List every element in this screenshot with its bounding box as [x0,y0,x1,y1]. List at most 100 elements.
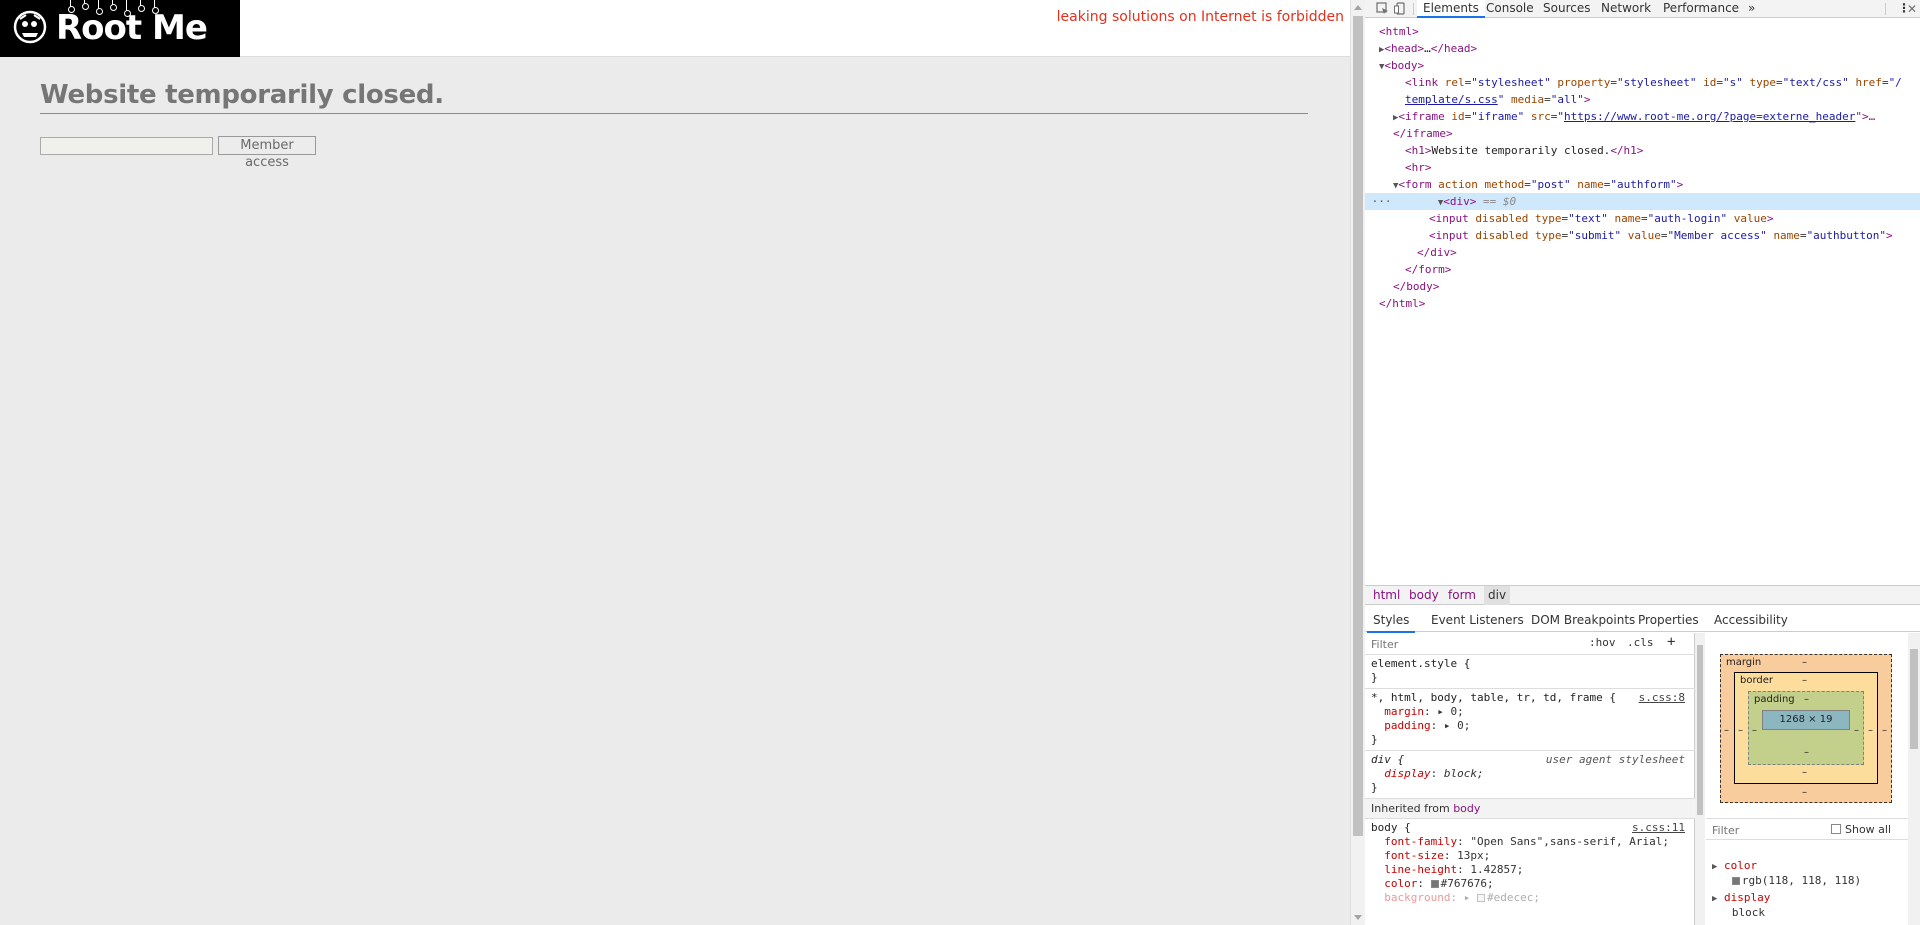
tree-node-link-cont[interactable]: template/s.css" media="all"> [1405,91,1590,108]
page-title: Website temporarily closed. [40,80,444,110]
css-file-link[interactable]: template/s.css [1405,93,1498,106]
tab-properties[interactable]: Properties [1632,610,1705,631]
styles-pane: :hov .cls + element.style { } *, html, b… [1365,633,1695,925]
color-swatch-icon[interactable] [1430,880,1439,888]
tree-node-body-close[interactable]: </body> [1393,278,1439,295]
tab-styles[interactable]: Styles [1367,610,1416,633]
padding-label: padding [1754,694,1795,705]
tab-accessibility[interactable]: Accessibility [1708,610,1794,631]
toolbar-divider [1885,3,1886,15]
styles-filter-input[interactable] [1371,637,1571,651]
web-page: Root Me leaking solutions on Internet is… [0,0,1350,925]
tab-dom-breakpoints[interactable]: DOM Breakpoints [1525,610,1641,631]
breadcrumb-body[interactable]: body [1405,586,1443,605]
tree-node-h1[interactable]: <h1>Website temporarily closed.</h1> [1405,142,1643,159]
tab-console[interactable]: Console [1480,0,1540,18]
device-toolbar-icon[interactable] [1393,2,1407,16]
padding-right-value: – [1854,725,1859,736]
tab-elements[interactable]: Elements [1417,0,1485,18]
margin-top-value: – [1802,657,1807,668]
tab-network[interactable]: Network [1595,0,1657,18]
computed-prop-color[interactable]: ▶ color rgb(118, 118, 118) [1712,859,1861,888]
scrollbar-thumb[interactable] [1910,649,1918,749]
scrollbar-thumb[interactable] [1353,16,1363,836]
sidebar-tabs: Styles Event Listeners DOM Breakpoints P… [1365,610,1920,633]
add-rule-button[interactable]: + [1667,634,1675,650]
warning-text: leaking solutions on Internet is forbidd… [1056,9,1344,25]
border-top-value: – [1802,675,1807,686]
padding-left-value: – [1752,725,1757,736]
tree-node-input-text[interactable]: <input disabled type="text" name="auth-l… [1429,210,1773,227]
hover-state-button[interactable]: :hov [1589,636,1616,649]
tree-node-iframe[interactable]: ▶<iframe id="iframe" src="https://www.ro… [1393,108,1875,125]
breadcrumb: html body form div [1365,585,1920,605]
styles-scrollbar[interactable] [1695,633,1705,925]
color-swatch-icon[interactable] [1731,877,1740,885]
elements-tree: <html> ▶<head>…</head> ▼<body> <link rel… [1365,19,1920,584]
site-header: Root Me leaking solutions on Internet is… [0,0,1350,57]
inherited-header: Inherited from body [1365,799,1695,819]
inspect-element-icon[interactable] [1375,2,1389,16]
box-model-pane: 1268 × 19 margin – border – padding – – … [1706,633,1920,925]
auth-login-input[interactable] [40,137,213,155]
toolbar-divider [1413,3,1414,15]
root-me-logo[interactable]: Root Me [0,0,240,57]
margin-label: margin [1726,657,1762,668]
devtools-panel: Elements Console Sources Network Perform… [1365,0,1920,925]
scroll-down-arrow-icon[interactable] [1354,915,1362,920]
tree-node-body[interactable]: ▼<body> [1379,57,1424,74]
style-rule-universal: *, html, body, table, tr, td, frame {s.c… [1365,689,1695,751]
tree-node-form-close[interactable]: </form> [1405,261,1451,278]
checkbox-icon[interactable] [1831,824,1841,834]
computed-filter-bar: Show all [1706,818,1920,840]
border-bottom-value: – [1802,767,1807,778]
tab-event-listeners[interactable]: Event Listeners [1425,610,1530,631]
breadcrumb-form[interactable]: form [1444,586,1480,605]
computed-filter-input[interactable] [1712,823,1812,837]
color-swatch-icon[interactable] [1476,894,1485,902]
logo-text: Root Me [56,8,208,48]
show-all-checkbox[interactable]: Show all [1831,823,1891,836]
tab-performance[interactable]: Performance [1657,0,1745,18]
tree-node-hr[interactable]: <hr> [1405,159,1432,176]
scrollbar-thumb[interactable] [1697,645,1703,815]
box-model-content[interactable]: 1268 × 19 [1762,710,1850,730]
computed-scrollbar[interactable] [1908,633,1920,925]
breadcrumb-div[interactable]: div [1484,586,1511,605]
tree-node-html[interactable]: <html> [1379,23,1419,40]
margin-right-value: – [1882,725,1887,736]
computed-prop-display[interactable]: ▶ display block [1712,891,1770,920]
close-icon[interactable]: ✕ [1905,2,1919,16]
border-left-value: – [1738,725,1743,736]
tree-node-html-close[interactable]: </html> [1379,295,1425,312]
tree-node-iframe-close[interactable]: </iframe> [1393,125,1453,142]
padding-bottom-value: – [1804,747,1809,758]
tree-node-input-submit[interactable]: <input disabled type="submit" value="Mem… [1429,227,1893,244]
margin-left-value: – [1724,725,1729,736]
tree-node-head[interactable]: ▶<head>…</head> [1379,40,1477,57]
tree-node-div-selected[interactable]: ··· ▼<div> == $0 [1365,193,1920,210]
skull-icon [13,10,47,44]
style-rule-element: element.style { } [1365,655,1695,689]
padding-top-value: – [1804,694,1809,705]
source-link[interactable]: s.css:8 [1639,691,1685,705]
styles-filter-bar: :hov .cls + [1365,633,1695,655]
tree-node-link[interactable]: <link rel="stylesheet" property="stylesh… [1405,74,1902,91]
tab-sources[interactable]: Sources [1537,0,1596,18]
inherited-from-link[interactable]: body [1453,802,1480,815]
border-label: border [1740,675,1774,686]
class-toggle-button[interactable]: .cls [1627,636,1654,649]
source-link[interactable]: s.css:11 [1632,821,1685,835]
scroll-up-arrow-icon[interactable] [1354,5,1362,10]
member-access-button[interactable]: Member access [218,136,316,170]
more-tabs-icon[interactable]: » [1742,0,1761,18]
breadcrumb-html[interactable]: html [1369,586,1404,605]
iframe-src-link[interactable]: https://www.root-me.org/?page=externe_he… [1564,110,1855,123]
style-rule-div: div {user agent stylesheet display: bloc… [1365,751,1695,799]
tree-node-form[interactable]: ▼<form action method="post" name="authfo… [1393,176,1683,193]
tree-node-div-close[interactable]: </div> [1417,244,1457,261]
margin-bottom-value: – [1802,787,1807,798]
page-scrollbar[interactable] [1350,0,1365,925]
style-rule-body: body {s.css:11 font-family: "Open Sans",… [1371,821,1685,904]
horizontal-rule [40,113,1308,114]
